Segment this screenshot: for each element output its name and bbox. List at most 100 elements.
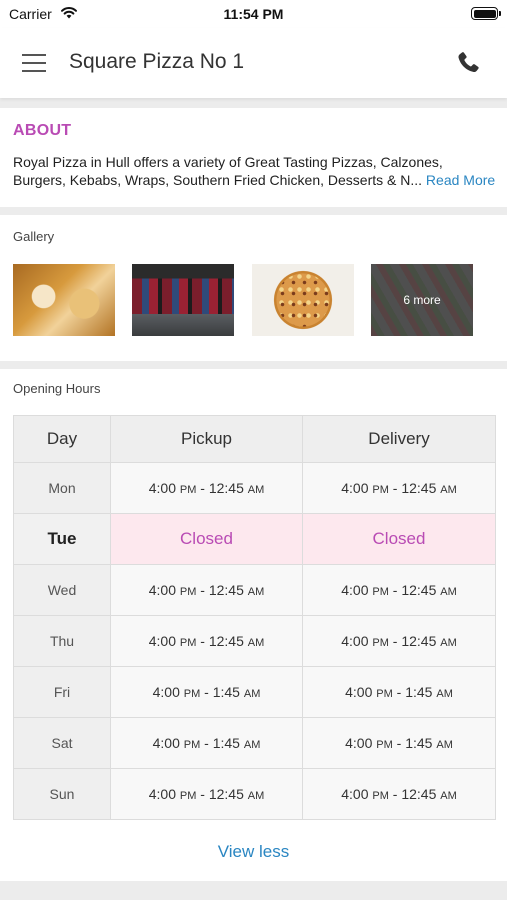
am-label: AM [243, 739, 261, 751]
pm-label: PM [372, 790, 389, 802]
am-label: AM [247, 484, 265, 496]
open-time: 4:00 [341, 582, 369, 598]
pm-label: PM [372, 484, 389, 496]
about-line-1: Royal Pizza in Hull offers a variety of … [13, 154, 443, 170]
open-time: 4:00 [148, 786, 176, 802]
am-label: AM [440, 637, 457, 649]
pm-label: PM [179, 790, 197, 802]
pickup-hours-cell: 4:00 PM - 1:45 AM [110, 717, 303, 769]
day-cell: Wed [13, 564, 111, 616]
close-time: 12:45 [208, 582, 244, 598]
day-cell: Sat [13, 717, 111, 769]
delivery-hours-cell: 4:00 PM - 12:45 AM [302, 615, 496, 667]
pm-label: PM [376, 739, 393, 751]
opening-hours-table: Day Pickup Delivery Mon 4:00 PM - 12:45 A… [13, 415, 496, 820]
am-label: AM [243, 688, 261, 700]
table-header-row: Day Pickup Delivery [13, 415, 496, 463]
close-time: 1:45 [405, 735, 433, 751]
close-time: 12:45 [401, 633, 437, 649]
open-time: 4:00 [148, 480, 176, 496]
table-row: Mon 4:00 PM - 12:45 AM 4:00 PM - 12:45 AM [13, 462, 496, 514]
pickup-hours-cell: Closed [110, 513, 303, 565]
open-time: 4:00 [345, 684, 373, 700]
about-heading: ABOUT [13, 122, 72, 139]
am-label: AM [247, 586, 265, 598]
view-less-link[interactable]: View less [0, 842, 507, 862]
pm-label: PM [376, 688, 393, 700]
about-line-2-text: Burgers, Kebabs, Wraps, Southern Fried C… [13, 172, 423, 188]
open-time: 4:00 [148, 582, 176, 598]
close-time: 12:45 [208, 633, 244, 649]
gallery-more-button[interactable]: 6 more [371, 264, 473, 336]
delivery-hours-cell: 4:00 PM - 12:45 AM [302, 768, 496, 820]
gallery-image-2[interactable] [132, 264, 234, 336]
open-time: 4:00 [148, 633, 176, 649]
day-cell: Sun [13, 768, 111, 820]
pickup-hours-cell: 4:00 PM - 12:45 AM [110, 768, 303, 820]
am-label: AM [247, 790, 265, 802]
opening-hours-label: Opening Hours [13, 381, 101, 396]
open-time: 4:00 [341, 786, 369, 802]
delivery-hours-cell: 4:00 PM - 1:45 AM [302, 717, 496, 769]
open-time: 4:00 [341, 480, 369, 496]
day-cell: Thu [13, 615, 111, 667]
about-line-2: Burgers, Kebabs, Wraps, Southern Fried C… [13, 171, 498, 189]
gallery-label: Gallery [13, 229, 55, 244]
table-row: Sun 4:00 PM - 12:45 AM 4:00 PM - 12:45 AM [13, 768, 496, 820]
close-time: 12:45 [401, 786, 437, 802]
page-title: Square Pizza No 1 [69, 50, 245, 73]
am-label: AM [436, 739, 453, 751]
header-delivery: Delivery [302, 415, 496, 463]
pm-label: PM [372, 637, 389, 649]
close-time: 1:45 [212, 735, 240, 751]
open-time: 4:00 [152, 735, 180, 751]
am-label: AM [440, 790, 457, 802]
close-time: 12:45 [208, 480, 244, 496]
phone-icon[interactable] [455, 50, 481, 76]
table-row: Wed 4:00 PM - 12:45 AM 4:00 PM - 12:45 AM [13, 564, 496, 616]
pm-label: PM [183, 739, 201, 751]
about-section: ABOUT Royal Pizza in Hull offers a varie… [0, 108, 507, 207]
pm-label: PM [179, 484, 197, 496]
table-row: Sat 4:00 PM - 1:45 AM 4:00 PM - 1:45 AM [13, 717, 496, 769]
opening-hours-section: Opening Hours Day Pickup Delivery Mon 4:0… [0, 369, 507, 881]
pickup-hours-cell: 4:00 PM - 12:45 AM [110, 615, 303, 667]
pickup-hours-cell: 4:00 PM - 12:45 AM [110, 564, 303, 616]
close-time: 12:45 [208, 786, 244, 802]
day-cell: Mon [13, 462, 111, 514]
header-pickup: Pickup [110, 415, 303, 463]
day-cell: Tue [13, 513, 111, 565]
am-label: AM [440, 484, 457, 496]
delivery-hours-cell: Closed [302, 513, 496, 565]
pm-label: PM [183, 688, 201, 700]
delivery-hours-cell: 4:00 PM - 1:45 AM [302, 666, 496, 718]
nav-bar: Square Pizza No 1 [0, 28, 507, 98]
open-time: 4:00 [341, 633, 369, 649]
about-description: Royal Pizza in Hull offers a variety of … [13, 153, 498, 189]
header-day: Day [13, 415, 111, 463]
close-time: 1:45 [405, 684, 433, 700]
gallery-image-1[interactable] [13, 264, 115, 336]
table-row: Tue Closed Closed [13, 513, 496, 565]
pm-label: PM [179, 586, 197, 598]
hamburger-menu-icon[interactable] [22, 52, 48, 74]
am-label: AM [247, 637, 265, 649]
delivery-hours-cell: 4:00 PM - 12:45 AM [302, 564, 496, 616]
status-bar: Carrier 11:54 PM [0, 0, 507, 28]
gallery-more-label: 6 more [403, 293, 441, 307]
status-time: 11:54 PM [223, 6, 284, 22]
am-label: AM [436, 688, 453, 700]
pm-label: PM [179, 637, 197, 649]
am-label: AM [440, 586, 457, 598]
gallery-image-3[interactable] [252, 264, 354, 336]
pickup-hours-cell: 4:00 PM - 1:45 AM [110, 666, 303, 718]
day-cell: Fri [13, 666, 111, 718]
read-more-link[interactable]: Read More [426, 172, 495, 188]
open-time: 4:00 [345, 735, 373, 751]
gallery-section: Gallery 6 more [0, 215, 507, 361]
battery-icon [471, 7, 501, 20]
pickup-hours-cell: 4:00 PM - 12:45 AM [110, 462, 303, 514]
close-time: 12:45 [401, 480, 437, 496]
open-time: 4:00 [152, 684, 180, 700]
delivery-hours-cell: 4:00 PM - 12:45 AM [302, 462, 496, 514]
